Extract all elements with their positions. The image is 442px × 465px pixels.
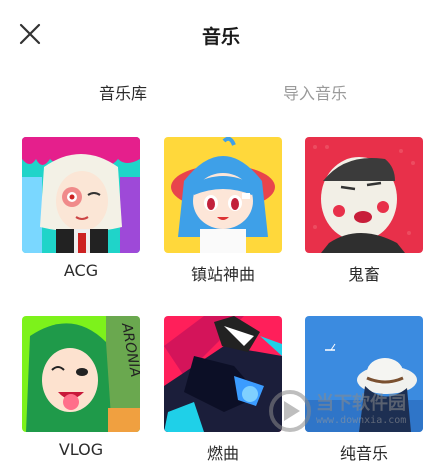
chibi-girl-art (164, 137, 282, 253)
anime-girl-art (22, 137, 140, 253)
watermark-logo-icon (268, 389, 312, 433)
category-label: 鬼畜 (347, 265, 380, 284)
meme-face-art (305, 137, 423, 253)
category-label: VLOG (58, 440, 104, 459)
watermark-url: www.downxia.com (316, 415, 407, 426)
category-label: 镇站神曲 (190, 265, 255, 284)
watermark: 当下软件园 www.downxia.com (264, 387, 434, 447)
watermark-text: 当下软件园 (316, 393, 406, 414)
category-label: ACG (63, 261, 99, 280)
green-hair-girl-art: ARONIA (22, 316, 140, 432)
